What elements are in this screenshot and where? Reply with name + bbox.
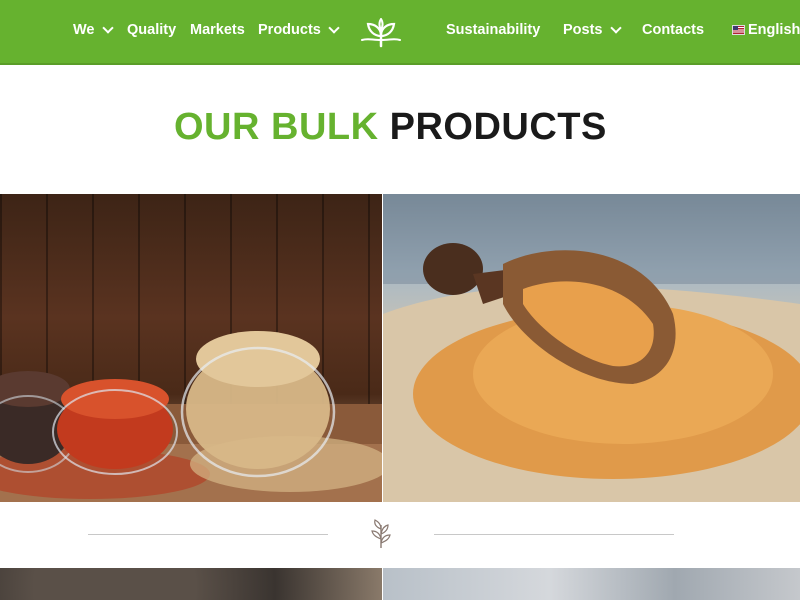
nav-item-label: Quality <box>127 22 177 38</box>
divider-line-right <box>434 534 674 535</box>
top-navigation-bar: We Quality Markets Products Sustainabili… <box>0 0 800 65</box>
quinoa-scoop-photo[interactable] <box>383 194 800 502</box>
nav-item-posts[interactable]: Posts <box>563 22 622 38</box>
quinoa-bowls-photo[interactable] <box>0 194 382 502</box>
sprout-logo-icon[interactable] <box>360 18 402 48</box>
nav-item-we[interactable]: We <box>73 22 114 38</box>
chevron-down-icon <box>328 22 340 34</box>
section-title-main: PRODUCTS <box>389 106 607 148</box>
chevron-down-icon <box>101 22 114 34</box>
nav-item-contacts[interactable]: Contacts <box>642 22 704 38</box>
nav-item-label: Products <box>258 22 321 38</box>
nav-item-label: Markets <box>190 22 245 38</box>
nav-item-label: Posts <box>563 22 603 38</box>
section-title-highlight: OUR BULK <box>174 106 379 148</box>
divider-line-left <box>88 534 328 535</box>
leaf-sprig-icon <box>371 519 391 548</box>
language-selector[interactable]: English <box>732 22 800 38</box>
nav-item-label: We <box>73 22 95 38</box>
chevron-down-icon <box>609 22 622 34</box>
grain-scoop-photo[interactable] <box>383 568 800 600</box>
nav-item-sustainability[interactable]: Sustainability <box>446 22 540 38</box>
us-flag-icon <box>732 25 745 35</box>
language-label: English <box>748 22 800 38</box>
nav-item-label: Contacts <box>642 22 705 38</box>
nav-item-quality[interactable]: Quality <box>127 22 176 38</box>
nav-item-label: Sustainability <box>446 22 541 38</box>
chia-seeds-photo[interactable] <box>0 568 382 600</box>
nav-item-products[interactable]: Products <box>258 22 340 38</box>
section-title: OUR BULK PRODUCTS <box>174 106 607 149</box>
nav-item-markets[interactable]: Markets <box>190 22 245 38</box>
